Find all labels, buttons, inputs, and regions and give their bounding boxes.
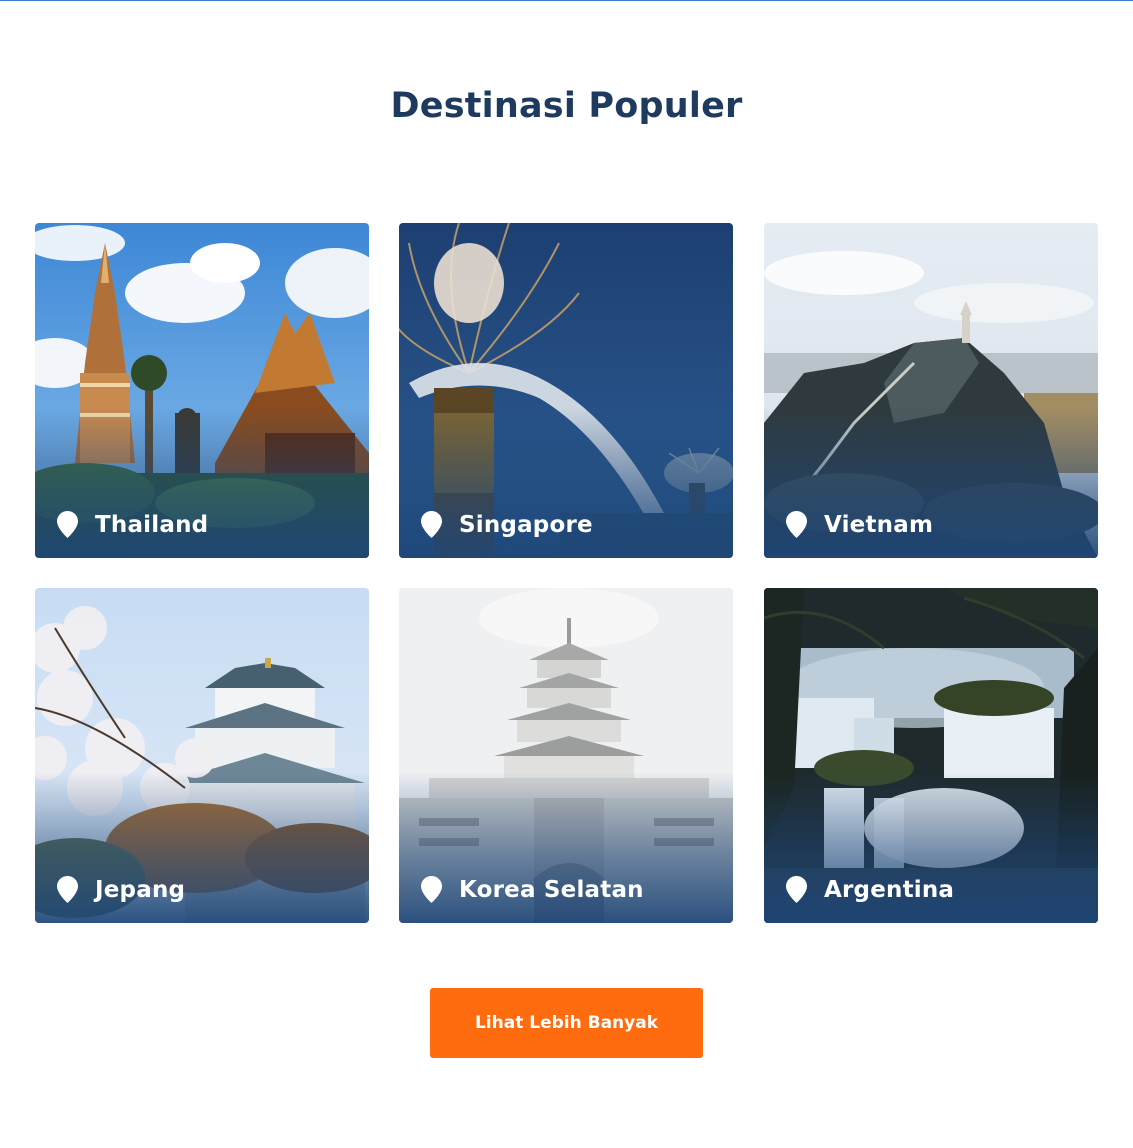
- destination-card-vietnam[interactable]: Vietnam: [764, 223, 1098, 558]
- card-label: Korea Selatan: [421, 876, 644, 903]
- destination-card-singapore[interactable]: Singapore: [399, 223, 733, 558]
- destination-name: Vietnam: [824, 511, 934, 538]
- card-label: Argentina: [786, 876, 954, 903]
- location-pin-icon: [57, 511, 78, 538]
- card-label: Singapore: [421, 511, 593, 538]
- destination-name: Thailand: [95, 511, 209, 538]
- destination-card-jepang[interactable]: Jepang: [35, 588, 369, 923]
- destination-name: Singapore: [459, 511, 593, 538]
- location-pin-icon: [421, 511, 442, 538]
- location-pin-icon: [786, 511, 807, 538]
- top-divider: [0, 0, 1133, 1]
- page-title: Destinasi Populer: [390, 86, 743, 126]
- location-pin-icon: [57, 876, 78, 903]
- destination-card-argentina[interactable]: Argentina: [764, 588, 1098, 923]
- destination-name: Argentina: [824, 876, 955, 903]
- card-label: Jepang: [57, 876, 185, 903]
- location-pin-icon: [421, 876, 442, 903]
- card-label: Thailand: [57, 511, 208, 538]
- destination-card-korea-selatan[interactable]: Korea Selatan: [399, 588, 733, 923]
- destination-card-thailand[interactable]: Thailand: [35, 223, 369, 558]
- destination-name: Jepang: [95, 876, 186, 903]
- location-pin-icon: [786, 876, 807, 903]
- card-label: Vietnam: [786, 511, 933, 538]
- see-more-button[interactable]: Lihat Lebih Banyak: [430, 988, 703, 1058]
- destination-name: Korea Selatan: [459, 876, 644, 903]
